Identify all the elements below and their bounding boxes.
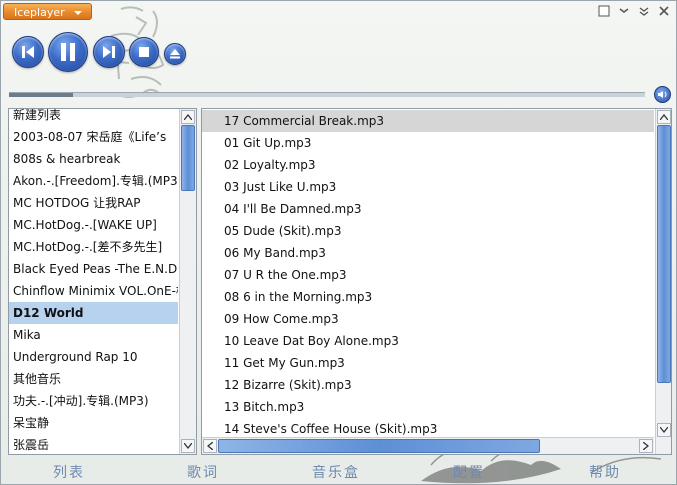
playlist-scrollbar[interactable] [179, 109, 196, 454]
scroll-down-button[interactable] [181, 439, 195, 453]
tab-music-box[interactable]: 音乐盒 [312, 462, 360, 482]
track-horizontal-scrollbar[interactable] [202, 437, 654, 454]
track-hscroll-thumb[interactable] [218, 439, 540, 453]
collapse-icon[interactable] [638, 5, 650, 17]
app-menu-button[interactable]: Iceplayer [3, 3, 92, 20]
app-menu-label: Iceplayer [14, 6, 65, 19]
volume-icon[interactable] [654, 86, 671, 103]
pause-icon [61, 43, 75, 61]
track-item[interactable]: 03 Just Like U.mp3 [202, 176, 654, 198]
playlist-item[interactable]: D12 World [9, 302, 178, 324]
playlist-item[interactable]: 2003-08-07 宋岳庭《Life’s [9, 126, 178, 148]
track-item[interactable]: 17 Commercial Break.mp3 [202, 110, 654, 132]
chevron-down-icon [74, 11, 82, 15]
track-list: 17 Commercial Break.mp3 01 Git Up.mp3 02 L… [202, 110, 654, 440]
playlist-scroll-thumb[interactable] [181, 125, 195, 191]
next-button[interactable] [93, 36, 125, 68]
tab-settings[interactable]: 配置 [453, 462, 485, 482]
previous-button[interactable] [12, 36, 44, 68]
playlist-item[interactable]: MC HOTDOG 让我RAP [9, 192, 178, 214]
scroll-left-button[interactable] [203, 439, 217, 453]
playlist-item[interactable]: Underground Rap 10 [9, 346, 178, 368]
playlist-item[interactable]: MC.HotDog.-.[WAKE UP] [9, 214, 178, 236]
track-item[interactable]: 01 Git Up.mp3 [202, 132, 654, 154]
track-item[interactable]: 02 Loyalty.mp3 [202, 154, 654, 176]
playlist-item[interactable]: 808s & hearbreak [9, 148, 178, 170]
playlist-item[interactable]: 呆宝静 [9, 412, 178, 434]
track-item[interactable]: 11 Get My Gun.mp3 [202, 352, 654, 374]
track-item[interactable]: 08 6 in the Morning.mp3 [202, 286, 654, 308]
track-item[interactable]: 12 Bizarre (Skit).mp3 [202, 374, 654, 396]
playlist-item[interactable]: MC.HotDog.-.[差不多先生] [9, 236, 178, 258]
playlist-item[interactable]: 新建列表 [9, 109, 178, 126]
stop-icon [139, 47, 149, 57]
track-item[interactable]: 13 Bitch.mp3 [202, 396, 654, 418]
iceplayer-window: Iceplayer 新建列表 2003-08-07 宋岳庭《Life’s 808… [0, 0, 677, 485]
next-icon [103, 46, 115, 58]
track-item[interactable]: 07 U R the One.mp3 [202, 264, 654, 286]
track-item[interactable]: 09 How Come.mp3 [202, 308, 654, 330]
eject-icon [170, 49, 180, 59]
playlist-item[interactable]: 张震岳 [9, 434, 178, 454]
playlist-list: 新建列表 2003-08-07 宋岳庭《Life’s 808s & hearbrea… [9, 109, 178, 454]
track-item[interactable]: 10 Leave Dat Boy Alone.mp3 [202, 330, 654, 352]
playlist-item[interactable]: 功夫.-.[冲动].专辑.(MP3) [9, 390, 178, 412]
track-panel: 17 Commercial Break.mp3 01 Git Up.mp3 02 L… [201, 108, 672, 455]
playlist-item[interactable]: 其他音乐 [9, 368, 178, 390]
previous-icon [22, 46, 34, 58]
track-item[interactable]: 04 I'll Be Damned.mp3 [202, 198, 654, 220]
stop-button[interactable] [129, 37, 159, 67]
playlist-panel: 新建列表 2003-08-07 宋岳庭《Life’s 808s & hearbrea… [8, 108, 197, 455]
minimize-icon[interactable] [618, 5, 630, 17]
playlist-item[interactable]: Chinflow Minimix VOL.OnE-杨 [9, 280, 178, 302]
restore-icon[interactable] [598, 5, 610, 17]
track-item[interactable]: 06 My Band.mp3 [202, 242, 654, 264]
eject-button[interactable] [164, 43, 186, 65]
seek-bar[interactable] [9, 92, 645, 97]
tab-help[interactable]: 帮助 [589, 462, 621, 482]
playlist-item[interactable]: Mika [9, 324, 178, 346]
tab-lyrics[interactable]: 歌词 [187, 462, 219, 482]
track-scrollbar[interactable] [655, 109, 671, 454]
scroll-up-button[interactable] [657, 110, 671, 124]
playlist-item[interactable]: Akon.-.[Freedom].专辑.(MP3) [9, 170, 178, 192]
scroll-up-button[interactable] [181, 110, 195, 124]
track-item[interactable]: 05 Dude (Skit).mp3 [202, 220, 654, 242]
scroll-down-button[interactable] [657, 423, 671, 437]
tab-playlist[interactable]: 列表 [53, 462, 85, 482]
playlist-item[interactable]: Black Eyed Peas -The E.N.D [9, 258, 178, 280]
pause-button[interactable] [48, 32, 88, 72]
track-scroll-thumb[interactable] [657, 125, 671, 383]
seek-progress [9, 93, 73, 97]
scroll-right-button[interactable] [639, 439, 653, 453]
close-icon[interactable] [658, 5, 670, 17]
